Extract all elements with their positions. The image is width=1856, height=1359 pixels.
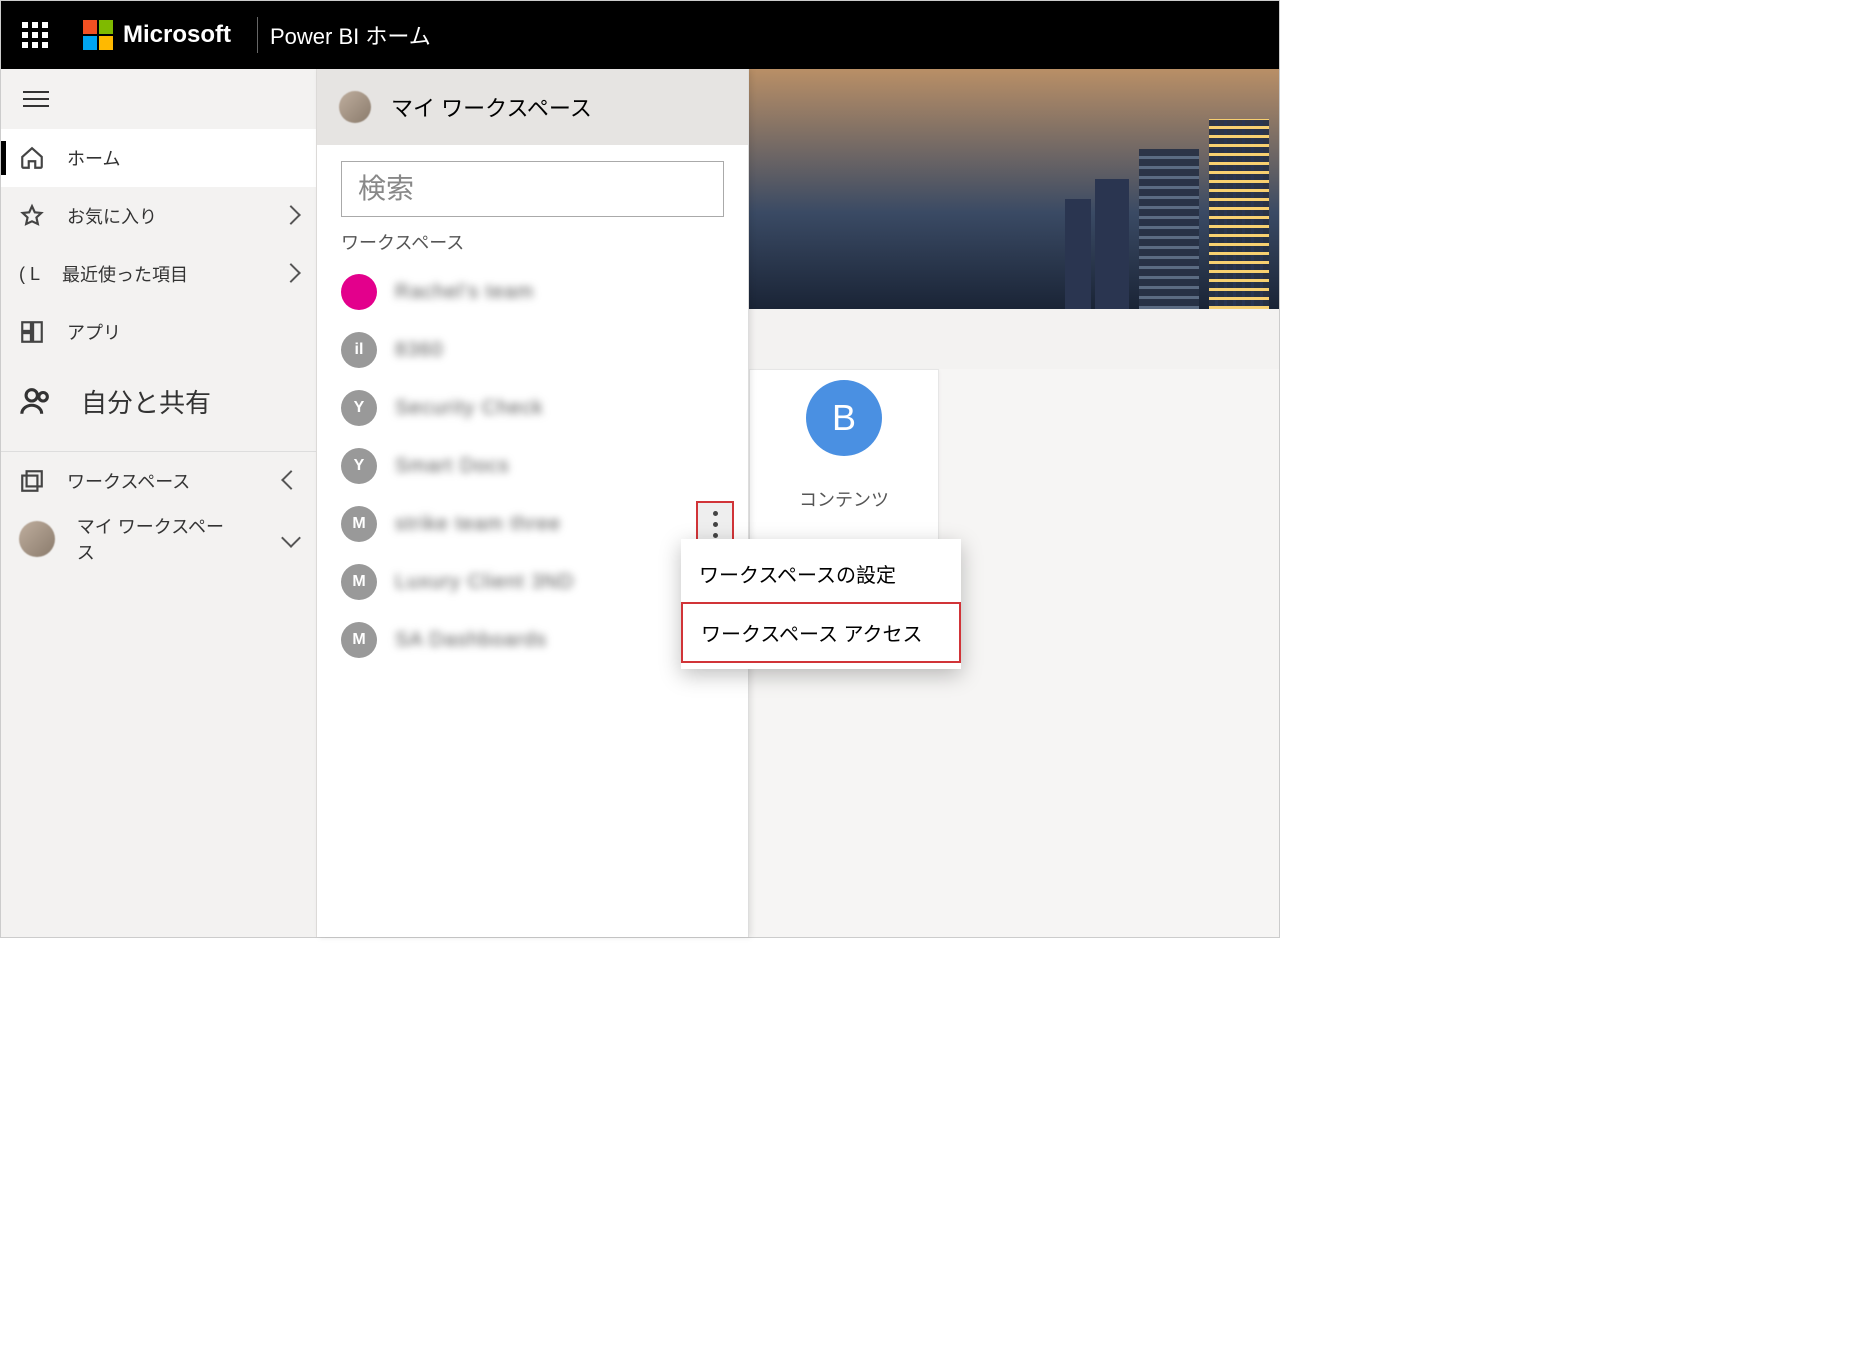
- decorative-building-icon: [1065, 199, 1091, 309]
- more-vertical-icon: [713, 511, 718, 538]
- workspace-search-input[interactable]: [341, 161, 724, 217]
- app-launcher-button[interactable]: [1, 22, 69, 48]
- nav-shared-with-me[interactable]: 自分と共有: [1, 361, 316, 441]
- tile-badge-icon: B: [806, 380, 882, 456]
- decorative-building-icon: [1095, 179, 1129, 309]
- workspace-avatar-icon: M: [341, 564, 377, 600]
- people-icon: [19, 384, 53, 418]
- workspace-item-label: 8360: [395, 339, 444, 362]
- header-divider: [257, 17, 258, 53]
- nav-favorites-label: お気に入り: [67, 203, 157, 229]
- workspace-avatar-icon: il: [341, 332, 377, 368]
- nav-workspaces-label: ワークスペース: [67, 468, 190, 494]
- workspace-item[interactable]: Rachel's team: [317, 263, 748, 321]
- nav-collapse-button[interactable]: [23, 91, 49, 107]
- workspace-item-label: Smart Docs: [395, 455, 509, 478]
- flyout-section-label: ワークスペース: [317, 227, 748, 263]
- flyout-header[interactable]: マイ ワークスペース: [317, 69, 748, 145]
- chevron-left-icon: [284, 471, 298, 492]
- body-area: B コンテンツ ホーム お気に入り ( L 最近使った項目: [1, 69, 1279, 937]
- left-nav: ホーム お気に入り ( L 最近使った項目 アプリ 自分と共有 ワークスペース: [1, 69, 317, 937]
- nav-favorites[interactable]: お気に入り: [1, 187, 316, 245]
- nav-home-label: ホーム: [67, 145, 120, 171]
- apps-icon: [19, 319, 45, 345]
- top-header: Microsoft Power BI ホーム: [1, 1, 1279, 69]
- workspace-context-menu: ワークスペースの設定 ワークスペース アクセス: [681, 539, 961, 669]
- nav-my-workspace-label: マイ ワークスペース: [77, 513, 240, 565]
- nav-shared-label: 自分と共有: [81, 383, 211, 420]
- clock-icon: ( L: [19, 264, 40, 285]
- chevron-down-icon: [284, 529, 298, 550]
- brand-text: Microsoft: [123, 21, 231, 49]
- workspace-avatar-icon: Y: [341, 448, 377, 484]
- workspace-item-label: Luxury Client 3ND: [395, 571, 574, 594]
- avatar-icon: [339, 91, 371, 123]
- workspace-avatar-icon: M: [341, 622, 377, 658]
- menu-item-label: ワークスペースの設定: [699, 559, 896, 588]
- brand-block[interactable]: Microsoft: [69, 20, 245, 50]
- workspace-avatar-icon: M: [341, 506, 377, 542]
- nav-home[interactable]: ホーム: [1, 129, 316, 187]
- flyout-title: マイ ワークスペース: [391, 91, 592, 123]
- app-title: Power BI ホーム: [270, 19, 431, 51]
- workspace-item[interactable]: Y Smart Docs: [317, 437, 748, 495]
- chevron-right-icon: [284, 264, 298, 285]
- workspaces-flyout: マイ ワークスペース ワークスペース Rachel's teamil8360YS…: [317, 69, 749, 937]
- waffle-icon: [22, 22, 48, 48]
- decorative-building-icon: [1209, 119, 1269, 309]
- microsoft-logo-icon: [83, 20, 113, 50]
- workspace-item[interactable]: il 8360: [317, 321, 748, 379]
- menu-item-label: ワークスペース アクセス: [701, 618, 923, 647]
- workspace-avatar-icon: [341, 274, 377, 310]
- workspace-item-label: SA Dashboards: [395, 629, 547, 652]
- workspace-item-label: Rachel's team: [395, 281, 534, 304]
- nav-apps-label: アプリ: [67, 319, 121, 345]
- workspace-item-label: strike team three: [395, 513, 561, 536]
- nav-my-workspace[interactable]: マイ ワークスペース: [1, 510, 316, 568]
- menu-workspace-access[interactable]: ワークスペース アクセス: [681, 602, 961, 663]
- avatar-icon: [19, 521, 55, 557]
- workspace-avatar-icon: Y: [341, 390, 377, 426]
- nav-recent-label: 最近使った項目: [62, 261, 188, 287]
- workspaces-icon: [19, 468, 45, 494]
- workspace-item[interactable]: Y Security Check: [317, 379, 748, 437]
- chevron-right-icon: [284, 206, 298, 227]
- nav-apps[interactable]: アプリ: [1, 303, 316, 361]
- star-icon: [19, 203, 45, 229]
- nav-workspaces[interactable]: ワークスペース: [1, 452, 316, 510]
- nav-recent[interactable]: ( L 最近使った項目: [1, 245, 316, 303]
- decorative-building-icon: [1139, 149, 1199, 309]
- home-icon: [19, 145, 45, 171]
- tile-caption: コンテンツ: [799, 486, 889, 512]
- menu-workspace-settings[interactable]: ワークスペースの設定: [681, 545, 961, 602]
- workspace-item-label: Security Check: [395, 397, 544, 420]
